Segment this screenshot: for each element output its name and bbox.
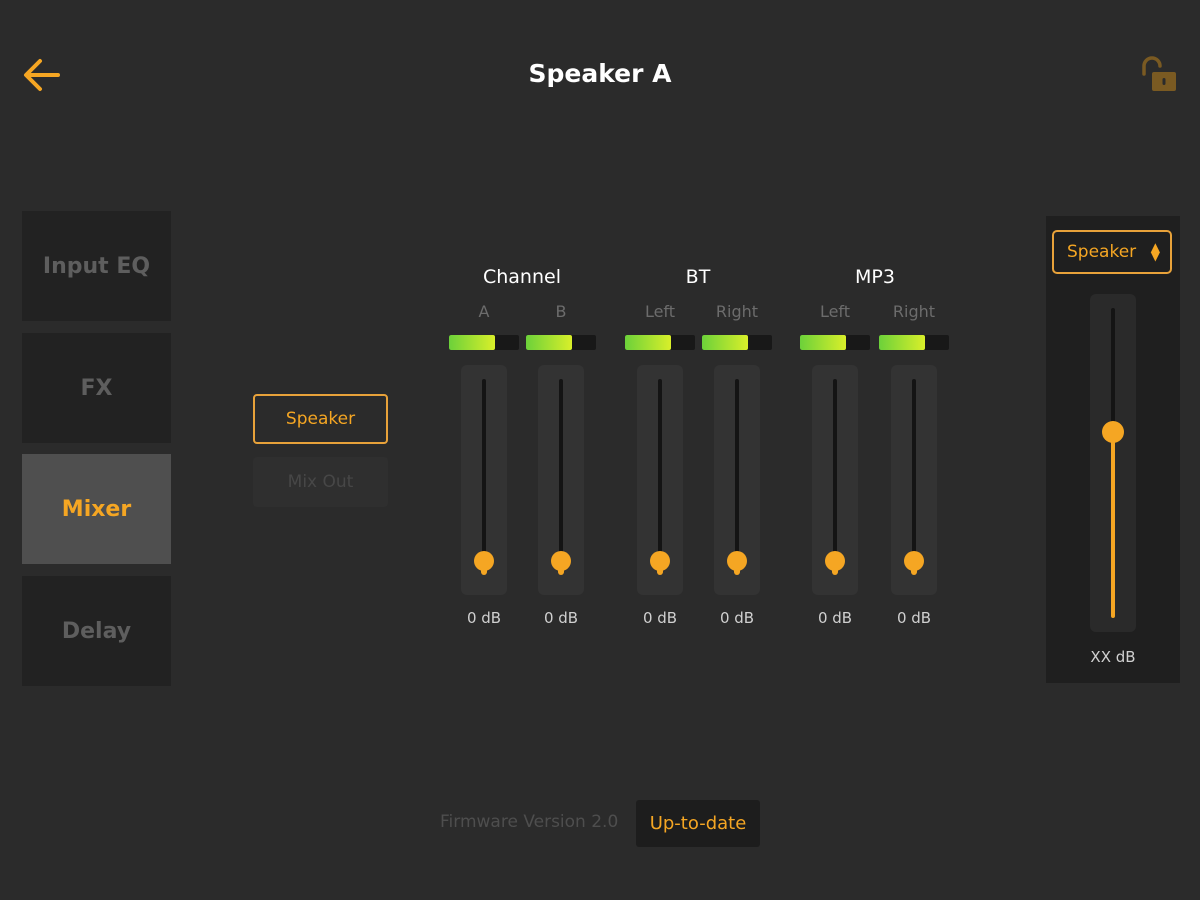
nav-item-fx[interactable]: FX — [22, 333, 171, 443]
fader-db-label: 0 dB — [817, 609, 853, 627]
lock-button[interactable] — [1136, 54, 1182, 98]
group-title-mp3: MP3 — [855, 266, 895, 288]
channel-label: Left — [819, 302, 851, 321]
fader-track — [735, 379, 739, 574]
master-select-value: Speaker — [1067, 242, 1137, 262]
nav-item-label: Delay — [61, 618, 132, 644]
fader-knob[interactable] — [473, 550, 495, 576]
fader-track — [833, 379, 837, 574]
fader-track — [658, 379, 662, 574]
level-meter — [800, 335, 870, 350]
channel-label: B — [555, 302, 567, 321]
fader-db-label: 0 dB — [543, 609, 579, 627]
group-title-channel: Channel — [482, 266, 561, 288]
fader-knob[interactable] — [824, 550, 846, 576]
master-panel: Speaker ▲ ▼ XX dB — [1046, 216, 1180, 683]
output-speaker-button[interactable]: Speaker — [253, 394, 388, 444]
back-button[interactable] — [18, 52, 68, 98]
fader-knob[interactable] — [550, 550, 572, 576]
page-title: Speaker A — [528, 59, 672, 88]
fader-db-label: 0 dB — [896, 609, 932, 627]
firmware-version-label: Firmware Version 2.0 — [440, 812, 619, 832]
channel-fader[interactable] — [812, 365, 858, 595]
fader-db-label: 0 dB — [642, 609, 678, 627]
back-arrow-icon — [24, 59, 60, 91]
group-title-bt: BT — [685, 266, 711, 288]
fader-track — [912, 379, 916, 574]
level-meter-fill — [526, 335, 572, 350]
fader-track — [482, 379, 486, 574]
master-fader[interactable] — [1090, 294, 1136, 632]
fader-knob[interactable] — [649, 550, 671, 576]
level-meter — [625, 335, 695, 350]
output-mixout-label: Mix Out — [287, 472, 354, 492]
channel-fader[interactable] — [637, 365, 683, 595]
channel-fader[interactable] — [538, 365, 584, 595]
level-meter-fill — [800, 335, 846, 350]
channel-label: Right — [892, 302, 936, 321]
level-meter — [526, 335, 596, 350]
level-meter-fill — [449, 335, 495, 350]
channel-label: Left — [644, 302, 676, 321]
channel-label: A — [478, 302, 490, 321]
master-level-label: XX dB — [1090, 648, 1136, 666]
master-fader-fill — [1111, 432, 1115, 618]
output-speaker-label: Speaker — [285, 409, 356, 429]
output-mixout-button[interactable]: Mix Out — [253, 457, 388, 507]
master-fader-knob[interactable] — [1102, 421, 1124, 443]
unlock-icon — [1142, 56, 1176, 91]
sort-arrows-icon: ▲ ▼ — [1150, 240, 1160, 263]
nav-item-mixer[interactable]: Mixer — [22, 454, 171, 564]
nav-item-label: Mixer — [61, 496, 132, 522]
level-meter — [449, 335, 519, 350]
channel-fader[interactable] — [461, 365, 507, 595]
channel-fader[interactable] — [714, 365, 760, 595]
channel-label: Right — [715, 302, 759, 321]
level-meter-fill — [702, 335, 748, 350]
nav-item-label: FX — [80, 375, 113, 401]
nav-item-input-eq[interactable]: Input EQ — [22, 211, 171, 321]
fader-knob[interactable] — [903, 550, 925, 576]
fader-track — [559, 379, 563, 574]
level-meter-fill — [879, 335, 925, 350]
firmware-status-label: Up-to-date — [649, 813, 747, 834]
master-output-select[interactable]: Speaker ▲ ▼ — [1052, 230, 1172, 274]
fader-db-label: 0 dB — [719, 609, 755, 627]
fader-db-label: 0 dB — [466, 609, 502, 627]
level-meter — [702, 335, 772, 350]
level-meter — [879, 335, 949, 350]
nav-item-delay[interactable]: Delay — [22, 576, 171, 686]
fader-knob[interactable] — [726, 550, 748, 576]
nav-item-label: Input EQ — [42, 253, 151, 279]
firmware-status-button[interactable]: Up-to-date — [636, 800, 760, 847]
level-meter-fill — [625, 335, 671, 350]
channel-fader[interactable] — [891, 365, 937, 595]
